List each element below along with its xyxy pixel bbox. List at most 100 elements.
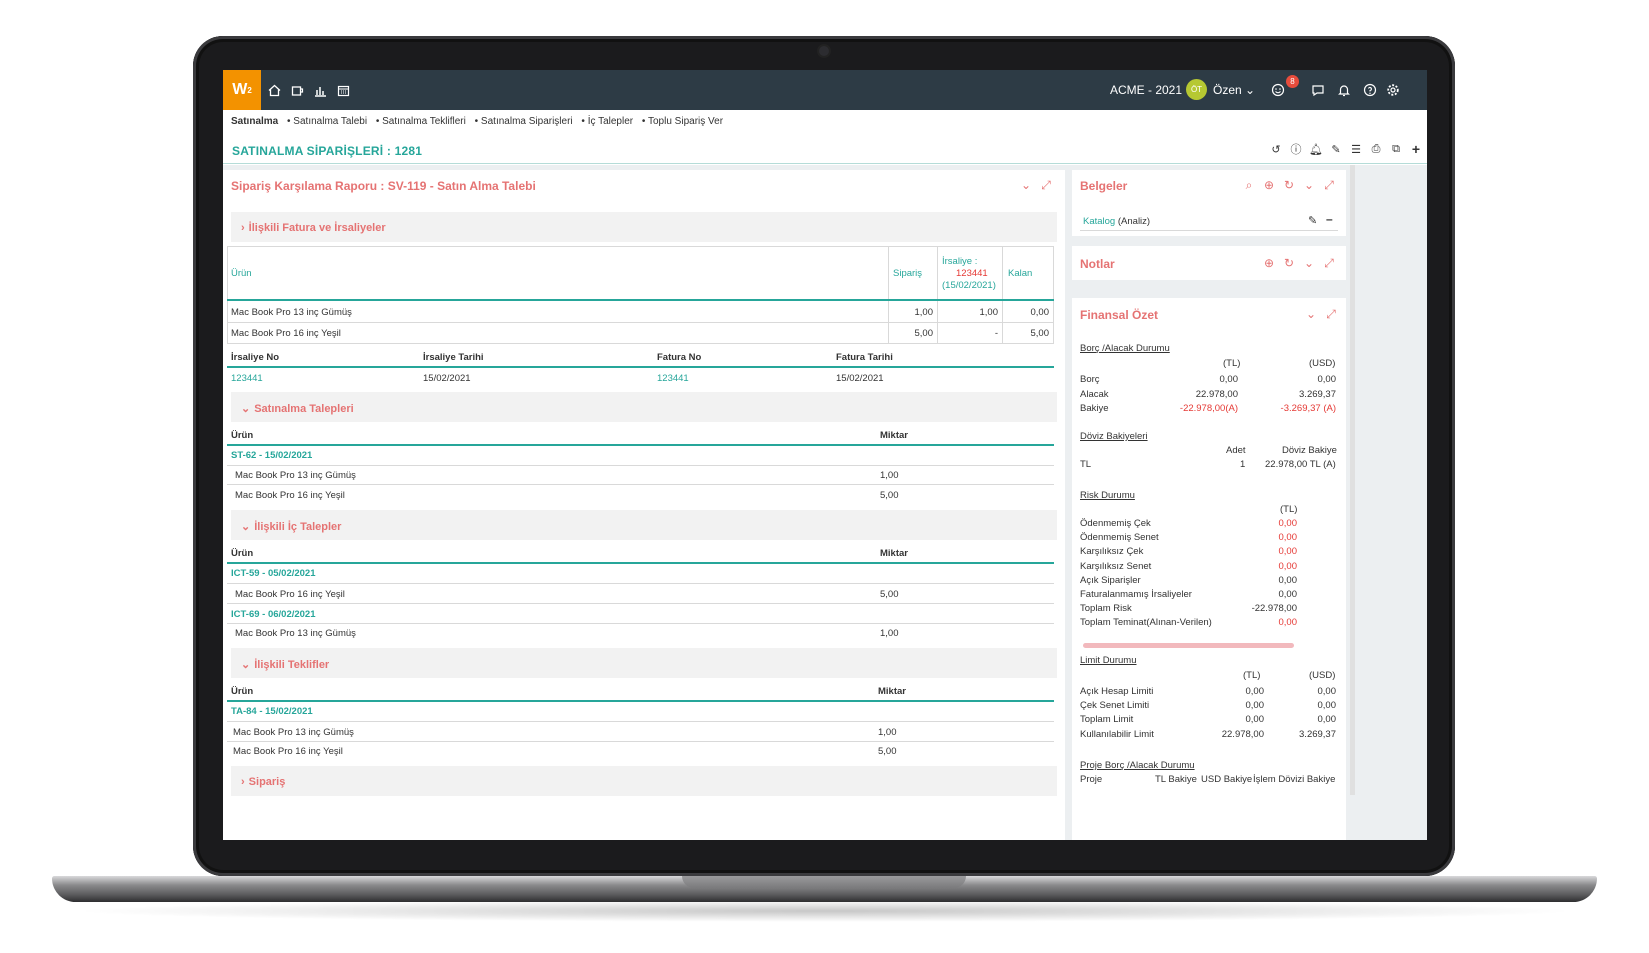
row-label: TL xyxy=(1080,459,1092,470)
chevron-down-icon[interactable]: ⌄ xyxy=(1304,307,1318,321)
row-adet: 1 xyxy=(1240,459,1246,470)
section-fatura-irsaliye[interactable]: › İlişkili Fatura ve İrsaliyeler xyxy=(231,212,1057,242)
section-teklifler[interactable]: ⌄ İlişkili Teklifler xyxy=(231,648,1057,678)
add-circle-icon[interactable]: ⊕ xyxy=(1262,256,1276,270)
laptop-shadow xyxy=(70,900,1580,922)
table-row-miktar: 1,00 xyxy=(880,628,899,639)
search-icon[interactable]: ⌕ xyxy=(1242,178,1256,192)
limit-row-label: Çek Senet Limiti xyxy=(1080,700,1150,712)
cup-icon[interactable] xyxy=(289,82,305,98)
chat-icon[interactable] xyxy=(1310,82,1326,98)
breadcrumb-satinalma-siparisleri[interactable]: • Satınalma Siparişleri xyxy=(475,116,573,127)
header-divider xyxy=(227,444,1054,446)
risk-row-label: Karşılıksız Çek xyxy=(1080,546,1144,558)
risk-row-label: Toplam Risk xyxy=(1080,603,1132,615)
scrollbar[interactable] xyxy=(1350,165,1355,795)
help-icon[interactable] xyxy=(1362,82,1378,98)
section-satinalma-talepleri[interactable]: ⌄ Satınalma Talepleri xyxy=(231,392,1057,422)
breadcrumb-toplu-siparis[interactable]: • Toplu Sipariş Ver xyxy=(642,116,723,127)
katalog-link[interactable]: Katalog xyxy=(1083,216,1115,227)
divider xyxy=(227,465,1054,466)
divider xyxy=(1002,246,1003,344)
edit-icon[interactable]: ✎ xyxy=(1308,214,1317,227)
chevron-down-icon[interactable]: ⌄ xyxy=(1302,178,1316,192)
refresh-icon[interactable]: ↻ xyxy=(1282,256,1296,270)
section-title: Satınalma Talepleri xyxy=(254,403,354,415)
risk-row-value: 0,00 xyxy=(1278,532,1298,544)
group-row[interactable]: ICT-59 - 05/02/2021 xyxy=(231,568,316,579)
col-fatura-no: Fatura No xyxy=(657,352,702,363)
camera-icon xyxy=(817,44,831,58)
breadcrumb-satinalma-talebi[interactable]: • Satınalma Talebi xyxy=(287,116,367,127)
bell-icon[interactable] xyxy=(1336,82,1352,98)
col-siparis: Sipariş xyxy=(893,268,923,279)
logo[interactable]: W2 xyxy=(223,70,261,110)
divider xyxy=(227,322,1054,323)
remove-icon[interactable]: – xyxy=(1326,212,1333,226)
col-irsaliye-no[interactable]: 123441 xyxy=(956,268,988,279)
expand-icon[interactable]: ⤢ xyxy=(1322,178,1336,192)
gear-icon[interactable] xyxy=(1385,82,1401,98)
expand-icon[interactable]: ⤢ xyxy=(1322,256,1336,270)
app-screen: W2 ACME - 2021 ÖT Özen ⌄ 8 Satınalma • S… xyxy=(223,70,1427,840)
chevron-down-icon[interactable]: ⌄ xyxy=(1019,178,1033,192)
avatar[interactable]: ÖT xyxy=(1186,79,1207,100)
edit-icon[interactable]: ✎ xyxy=(1329,142,1343,156)
col-tl: (TL) xyxy=(1243,670,1261,681)
finansal-title: Finansal Özet xyxy=(1080,308,1159,322)
risk-row-label: Açık Siparişler xyxy=(1080,574,1141,586)
irsaliye-link[interactable]: 123441 xyxy=(231,373,263,384)
smiley-icon[interactable] xyxy=(1270,82,1286,98)
history-icon[interactable]: ↺ xyxy=(1269,142,1283,156)
col-irsaliye: İrsaliye : xyxy=(942,256,978,267)
divider xyxy=(227,741,1054,742)
refresh-icon[interactable]: ↻ xyxy=(1282,178,1296,192)
belgeler-title: Belgeler xyxy=(1080,179,1128,193)
print-icon[interactable]: ⎙ xyxy=(1369,142,1383,156)
home-icon[interactable] xyxy=(266,82,282,98)
row-label: Alacak xyxy=(1080,389,1109,400)
info-icon[interactable]: ⓘ xyxy=(1289,142,1303,156)
list-icon[interactable]: ☰ xyxy=(1349,142,1363,156)
expand-icon[interactable]: ⤢ xyxy=(1039,178,1053,192)
risk-row-value: 0,00 xyxy=(1278,546,1298,558)
row-usd: 0,00 xyxy=(1317,374,1337,385)
company-selector[interactable]: ACME - 2021 xyxy=(1110,83,1182,97)
col-fatura-tarihi: Fatura Tarihi xyxy=(836,352,893,363)
chevron-right-icon: › xyxy=(241,222,245,234)
bell-icon[interactable]: 🔔︎ xyxy=(1309,142,1323,156)
col-doviz-bakiye: Döviz Bakiye xyxy=(1282,445,1337,456)
add-circle-icon[interactable]: ⊕ xyxy=(1262,178,1276,192)
section-siparis[interactable]: › Sipariş xyxy=(231,766,1057,796)
notlar-panel: Notlar ⊕ ↻ ⌄ ⤢ xyxy=(1072,246,1346,280)
belge-suffix: (Analiz) xyxy=(1117,216,1151,227)
breadcrumb-ic-talepler[interactable]: • İç Talepler xyxy=(581,116,633,127)
header-divider xyxy=(227,366,1054,368)
group-row[interactable]: ST-62 - 15/02/2021 xyxy=(231,450,312,461)
add-icon[interactable]: + xyxy=(1409,141,1423,157)
table-row-miktar: 5,00 xyxy=(878,746,897,757)
table-row-kalan: 0,00 xyxy=(1030,307,1050,318)
breadcrumb-satinalma[interactable]: Satınalma xyxy=(231,116,278,127)
chart-icon[interactable] xyxy=(312,82,328,98)
chevron-down-icon[interactable]: ⌄ xyxy=(1302,256,1316,270)
limit-row-label: Kullanılabilir Limit xyxy=(1080,728,1154,740)
col-miktar: Miktar xyxy=(878,686,906,697)
fatura-link[interactable]: 123441 xyxy=(657,373,689,384)
group-row[interactable]: ICT-69 - 06/02/2021 xyxy=(231,609,316,620)
table-row-urun: Mac Book Pro 16 inç Yeşil xyxy=(233,746,343,757)
calendar-icon[interactable] xyxy=(335,82,351,98)
risk-row-value: 0,00 xyxy=(1278,574,1298,586)
copy-icon[interactable]: ⧉ xyxy=(1389,142,1403,156)
risk-row-label: Ödenmemiş Senet xyxy=(1080,532,1159,544)
borc-alacak-title: Borç /Alacak Durumu xyxy=(1080,343,1170,354)
table-row-miktar: 5,00 xyxy=(880,589,899,600)
table-row-urun: Mac Book Pro 13 inç Gümüş xyxy=(235,470,356,481)
user-menu[interactable]: Özen ⌄ xyxy=(1213,83,1255,97)
breadcrumb-satinalma-teklifleri[interactable]: • Satınalma Teklifleri xyxy=(376,116,466,127)
expand-icon[interactable]: ⤢ xyxy=(1324,307,1338,321)
section-ic-talepler[interactable]: ⌄ İlişkili İç Talepler xyxy=(231,510,1057,540)
group-row[interactable]: TA-84 - 15/02/2021 xyxy=(231,706,313,717)
row-usd: -3.269,37 (A) xyxy=(1280,403,1336,414)
table-row-miktar: 1,00 xyxy=(880,470,899,481)
